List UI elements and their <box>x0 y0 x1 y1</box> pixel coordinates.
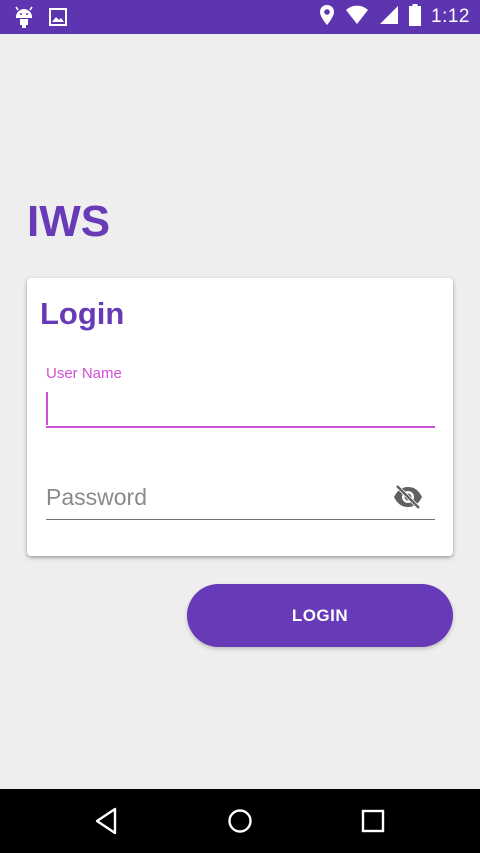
back-icon[interactable] <box>91 805 123 837</box>
android-icon <box>14 5 34 34</box>
password-underline <box>46 519 435 520</box>
login-card: Login User Name <box>27 278 453 556</box>
status-bar: 1:12 <box>0 0 480 34</box>
battery-icon <box>409 3 422 31</box>
location-icon <box>319 4 335 31</box>
username-input[interactable] <box>46 388 435 426</box>
home-icon[interactable] <box>224 805 256 837</box>
wifi-icon <box>345 5 369 30</box>
username-underline <box>46 426 435 428</box>
navigation-bar <box>0 789 480 853</box>
login-button[interactable]: LOGIN <box>187 584 453 647</box>
visibility-off-icon[interactable] <box>392 484 424 510</box>
password-input[interactable] <box>46 479 386 515</box>
login-card-title: Login <box>40 296 125 331</box>
status-time: 1:12 <box>431 6 470 27</box>
image-icon <box>48 7 68 32</box>
signal-icon <box>379 5 399 30</box>
app-title: IWS <box>27 197 111 246</box>
text-cursor <box>46 392 48 425</box>
recents-icon[interactable] <box>357 805 389 837</box>
username-label: User Name <box>46 365 122 382</box>
